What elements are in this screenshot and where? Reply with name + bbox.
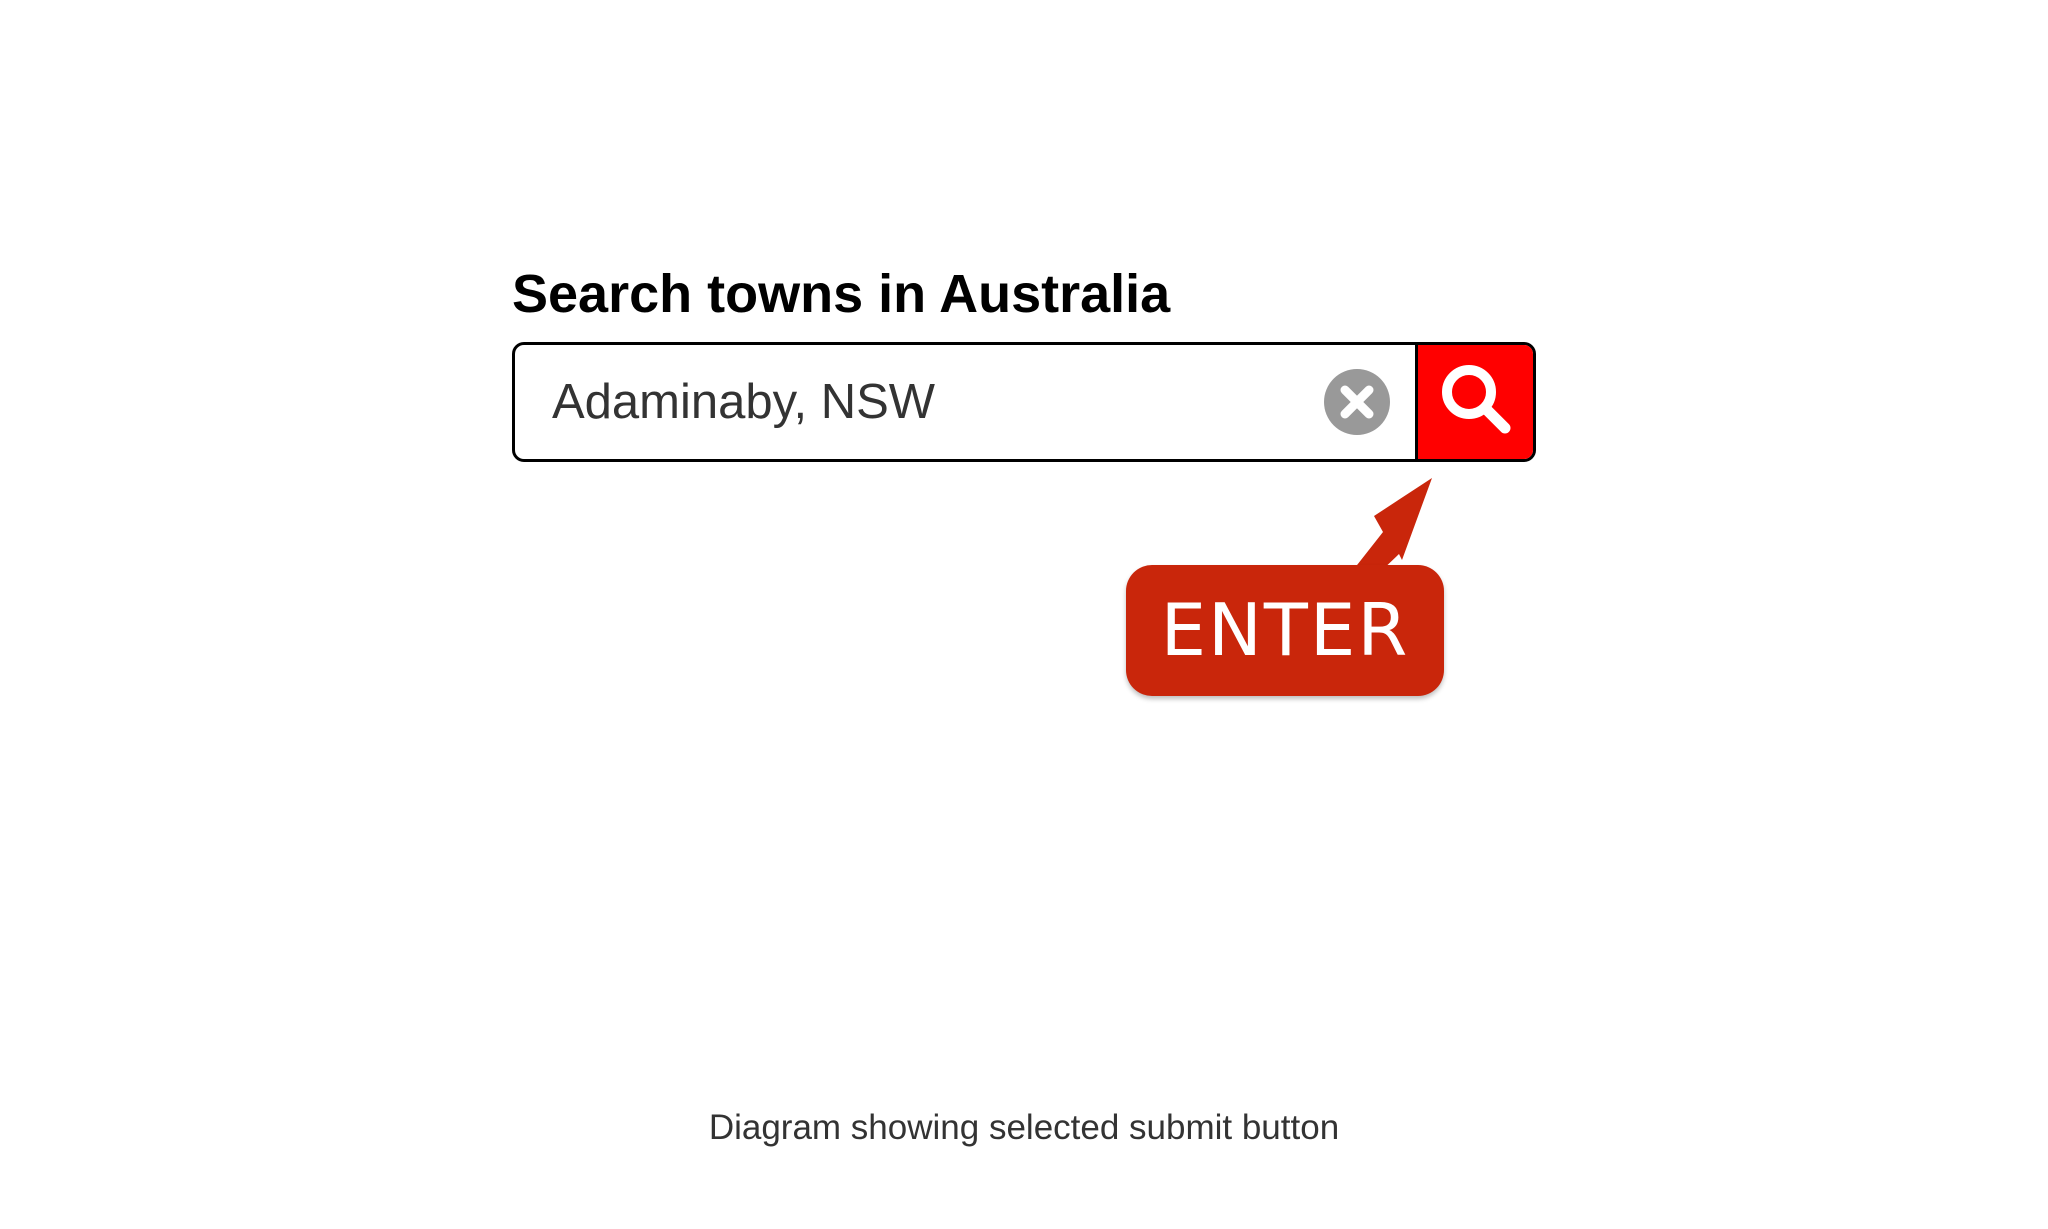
search-icon xyxy=(1442,365,1511,434)
diagram-caption: Diagram showing selected submit button xyxy=(708,1108,1340,1147)
search-label: Search towns in Australia xyxy=(512,264,1171,324)
search-input[interactable] xyxy=(515,345,1415,459)
clear-button[interactable] xyxy=(1324,369,1390,435)
close-circle-icon xyxy=(1324,369,1390,435)
search-submit-button[interactable] xyxy=(1415,345,1533,459)
search-box xyxy=(512,342,1536,462)
enter-key-badge: ENTER xyxy=(1126,565,1444,696)
arrow-up-right-icon xyxy=(1320,470,1440,580)
